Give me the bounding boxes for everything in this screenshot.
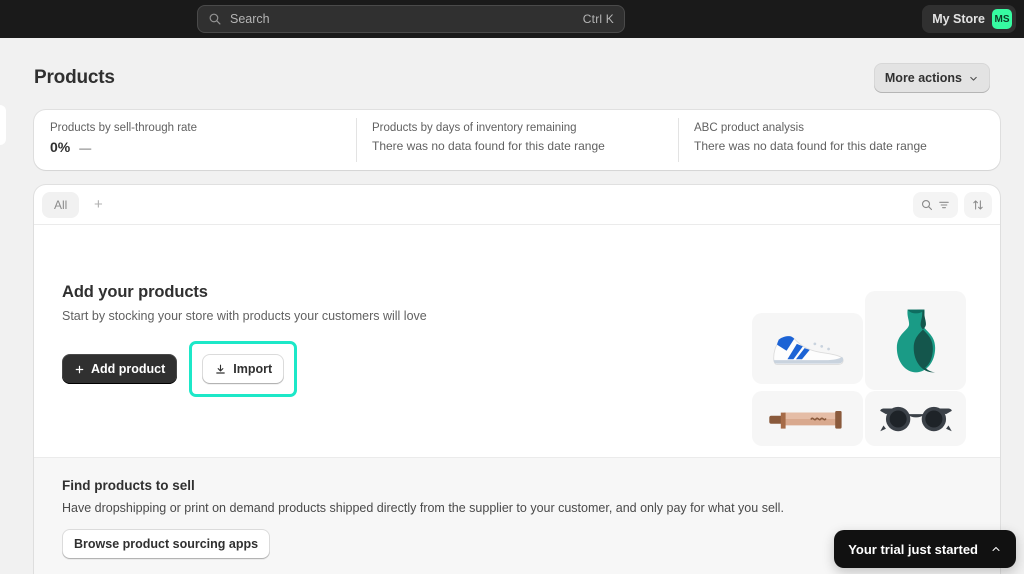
tab-bar: All + (34, 185, 1000, 225)
browse-product-sourcing-apps-button[interactable]: Browse product sourcing apps (62, 529, 271, 559)
nav-drawer-handle[interactable] (0, 105, 6, 145)
store-name-label: My Store (932, 12, 985, 26)
metric-card-abc-analysis[interactable]: ABC product analysis There was no data f… (678, 110, 1000, 170)
vase-icon (896, 309, 935, 372)
import-button[interactable]: Import (202, 354, 285, 384)
plus-icon: + (93, 196, 103, 213)
browse-apps-label: Browse product sourcing apps (74, 537, 259, 551)
avatar: MS (992, 9, 1012, 29)
search-icon (921, 199, 933, 210)
search-shortcut: Ctrl K (582, 12, 614, 26)
more-actions-label: More actions (884, 71, 962, 85)
page-header: Products More actions (34, 60, 990, 96)
sunglasses-icon (879, 406, 952, 431)
find-products-title: Find products to sell (62, 478, 195, 493)
metric-value: 0% (50, 139, 71, 155)
trial-banner-label: Your trial just started (848, 541, 978, 557)
tube-icon (768, 410, 842, 429)
add-view-button[interactable]: + (85, 192, 111, 218)
tab-label: All (54, 197, 68, 212)
plus-icon (75, 365, 84, 373)
metrics-card-group: Products by sell-through rate 0% — Produ… (34, 110, 1000, 170)
import-label: Import (233, 362, 273, 376)
chevron-up-icon (992, 546, 1000, 552)
store-menu-button[interactable]: My Store MS (922, 5, 1016, 33)
sort-button[interactable] (964, 191, 992, 218)
metric-delta: — (79, 141, 92, 155)
metric-empty-text: There was no data found for this date ra… (694, 139, 927, 153)
more-actions-button[interactable]: More actions (873, 63, 990, 93)
metric-label: Products by sell-through rate (50, 122, 198, 134)
search-icon (209, 13, 221, 25)
import-button-highlight: Import (189, 341, 298, 397)
metric-empty-text: There was no data found for this date ra… (372, 139, 605, 153)
products-card: All + Add your products Start by stockin… (34, 185, 1000, 574)
find-products-description: Have dropshipping or print on demand pro… (62, 501, 784, 515)
chevron-down-icon (970, 76, 977, 81)
vase-illustration (865, 291, 966, 390)
page-title: Products (34, 67, 115, 88)
search-and-filter-button[interactable] (913, 191, 958, 218)
sneaker-illustration (752, 313, 863, 384)
sunglasses-illustration (865, 391, 966, 446)
top-bar: Search Ctrl K My Store MS (0, 0, 1024, 38)
trial-banner[interactable]: Your trial just started (834, 530, 1016, 568)
metric-label: Products by days of inventory remaining (372, 122, 577, 134)
add-product-button[interactable]: Add product (62, 354, 178, 384)
filter-icon (939, 201, 949, 208)
product-illustrations (744, 291, 966, 451)
metric-label: ABC product analysis (694, 122, 804, 134)
metric-card-inventory-days[interactable]: Products by days of inventory remaining … (356, 110, 678, 170)
add-product-label: Add product (91, 362, 166, 376)
search-placeholder: Search (230, 12, 270, 26)
paint-tube-illustration (752, 391, 863, 446)
tab-all[interactable]: All (42, 191, 80, 218)
sneaker-icon (772, 335, 844, 365)
metric-card-sell-through[interactable]: Products by sell-through rate 0% — (34, 110, 356, 170)
global-search-input[interactable]: Search Ctrl K (197, 5, 625, 33)
download-icon (216, 364, 226, 374)
sort-arrows-icon (973, 199, 983, 210)
